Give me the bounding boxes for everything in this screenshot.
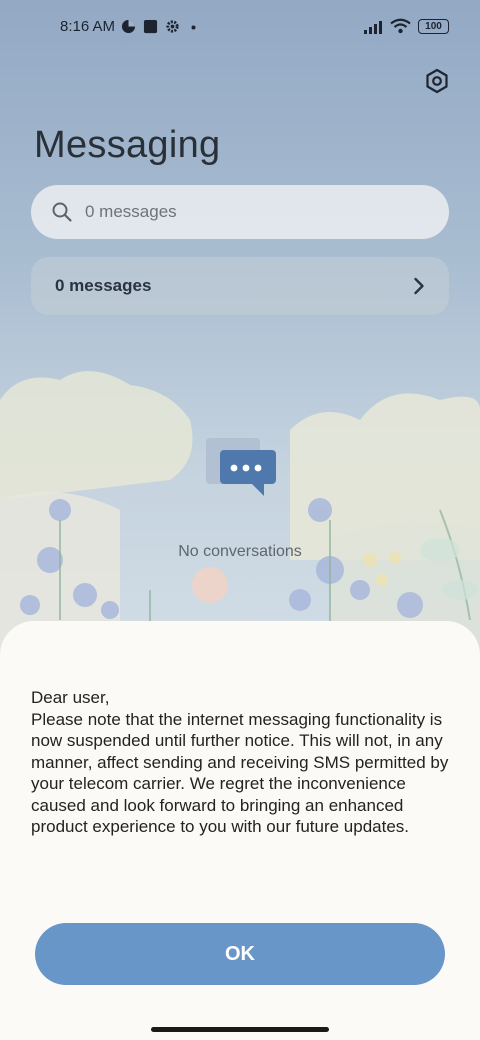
battery-level: 100 [425,21,442,32]
gear-small-icon [166,20,179,33]
message-count-row[interactable]: 0 messages [31,257,449,315]
ok-button[interactable]: OK [35,923,445,985]
notice-dialog: Dear user, Please note that the internet… [0,621,480,1040]
search-icon [52,202,72,222]
dialog-message: Dear user, Please note that the internet… [31,687,461,838]
dot-icon [191,25,196,30]
search-bar[interactable] [31,185,449,239]
home-indicator[interactable] [151,1027,329,1032]
data-saver-icon [121,19,136,34]
chevron-right-icon [414,277,424,295]
chat-bubble-icon [206,438,276,496]
empty-state-text: No conversations [178,543,302,560]
status-bar: 8:16 AM 100 [0,0,480,56]
page-title: Messaging [34,124,221,166]
background-scenery-illustration [0,371,480,660]
settings-button[interactable] [422,66,452,96]
settings-hexagon-icon [426,68,448,94]
messaging-screen: 8:16 AM 100 Messaging 0 messages 0 messa… [0,0,480,1040]
message-count-label: 0 messages [55,276,152,295]
battery-icon: 100 [418,19,449,34]
status-time: 8:16 AM [60,18,116,35]
dialog-body: Please note that the internet messaging … [31,709,449,837]
signal-icon [364,21,382,34]
search-input[interactable] [85,202,405,222]
square-notification-icon [143,19,158,34]
wifi-icon [390,18,411,34]
dialog-greeting: Dear user, [31,688,110,707]
